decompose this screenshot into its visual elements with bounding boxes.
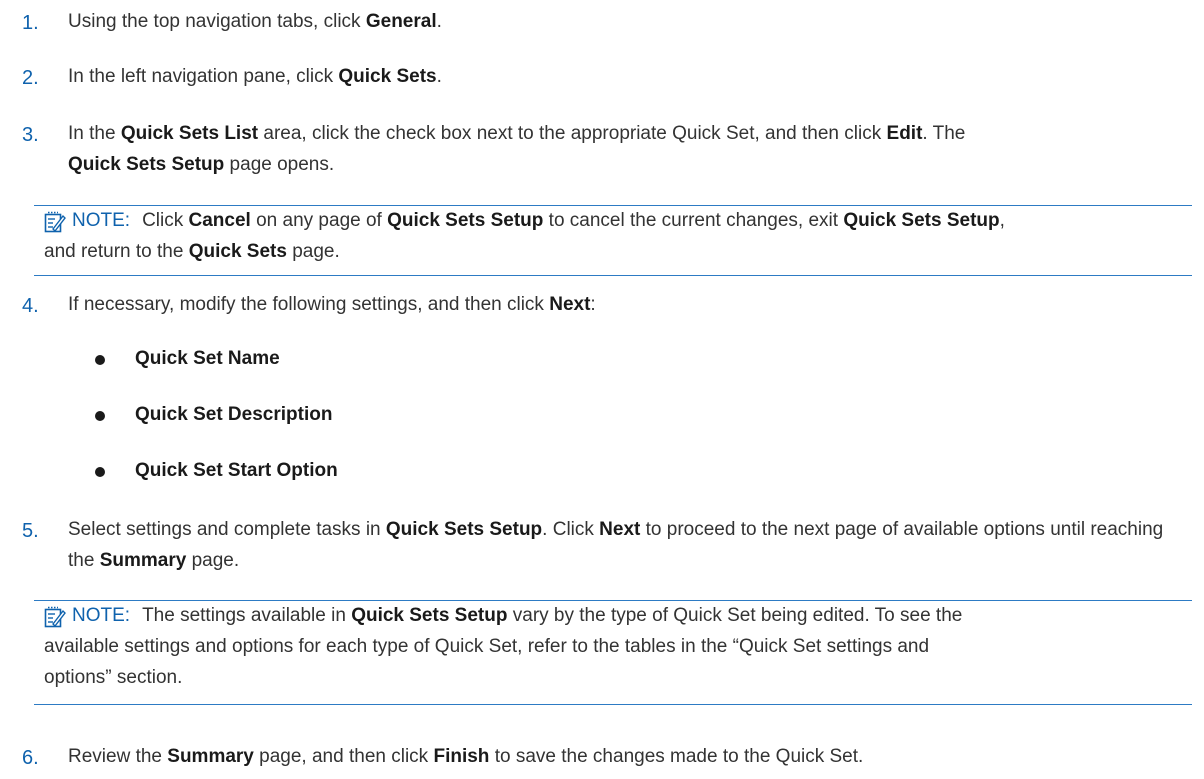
- note-label: NOTE:: [72, 210, 131, 231]
- step-number: 3.: [22, 124, 39, 146]
- note-divider-bottom: [34, 704, 1192, 705]
- step-number: 6.: [22, 747, 39, 769]
- step-number: 2.: [22, 67, 39, 89]
- step-text: If necessary, modify the following setti…: [68, 294, 596, 315]
- bullet-marker: [95, 467, 105, 477]
- bullet-item: Quick Set Start Option: [135, 460, 338, 481]
- step-text: In the left navigation pane, click Quick…: [68, 66, 442, 87]
- note-label: NOTE:: [72, 605, 131, 626]
- step-text: Review the Summary page, and then click …: [68, 746, 864, 767]
- note-divider-bottom: [34, 275, 1192, 276]
- bullet-item: Quick Set Description: [135, 404, 333, 425]
- note-text: NOTE: Click Cancel on any page of Quick S…: [44, 210, 1005, 262]
- step-text: Using the top navigation tabs, click Gen…: [68, 11, 442, 32]
- step-text: Select settings and complete tasks in Qu…: [68, 519, 1164, 571]
- bullet-marker: [95, 411, 105, 421]
- bullet-marker: [95, 355, 105, 365]
- step-text: In the Quick Sets List area, click the c…: [68, 123, 966, 175]
- step-number: 1.: [22, 12, 39, 34]
- step-number: 5.: [22, 520, 39, 542]
- bullet-item: Quick Set Name: [135, 348, 280, 369]
- note-text: NOTE: The settings available in Quick Set…: [44, 605, 963, 688]
- step-number: 4.: [22, 295, 39, 317]
